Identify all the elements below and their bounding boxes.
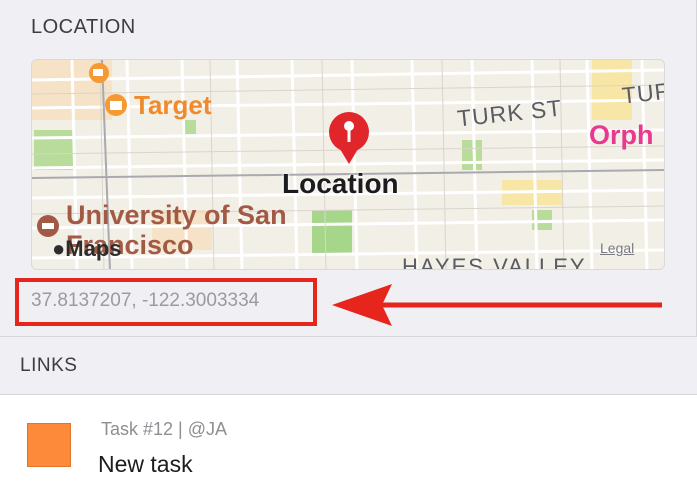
location-coordinates: 37.8137207, -122.3003334 — [31, 290, 260, 311]
university-icon — [37, 215, 59, 237]
maps-logo-text: Maps — [65, 236, 122, 261]
shopping-bag-icon — [105, 94, 127, 116]
apple-maps-logo: ●Maps — [52, 236, 122, 262]
location-map[interactable]: Target TURK ST TUR Orph Location Univers… — [31, 59, 665, 270]
location-section: LOCATION Target TURK ST TUR Orph Locatio… — [0, 0, 697, 336]
link-item[interactable]: Task #12 | @JA New task — [0, 394, 697, 498]
task-color-swatch — [27, 423, 71, 467]
map-label-target: Target — [134, 90, 212, 120]
task-title: New task — [98, 451, 193, 477]
annotation-arrow-icon — [332, 284, 662, 326]
location-section-title: LOCATION — [31, 16, 136, 38]
shopping-cart-icon — [89, 63, 109, 83]
map-label-hayes-valley: HAYES VALLEY — [402, 254, 587, 270]
map-label-orph: Orph — [589, 120, 654, 150]
map-label-turk-partial: TUR — [620, 77, 665, 109]
apple-logo-icon: ● — [52, 236, 66, 261]
links-section-title: LINKS — [20, 355, 78, 376]
task-meta: Task #12 | @JA — [101, 419, 227, 439]
links-section-header: LINKS — [0, 336, 697, 394]
map-pin-label: Location — [282, 168, 399, 199]
map-legal-link[interactable]: Legal — [600, 240, 634, 256]
